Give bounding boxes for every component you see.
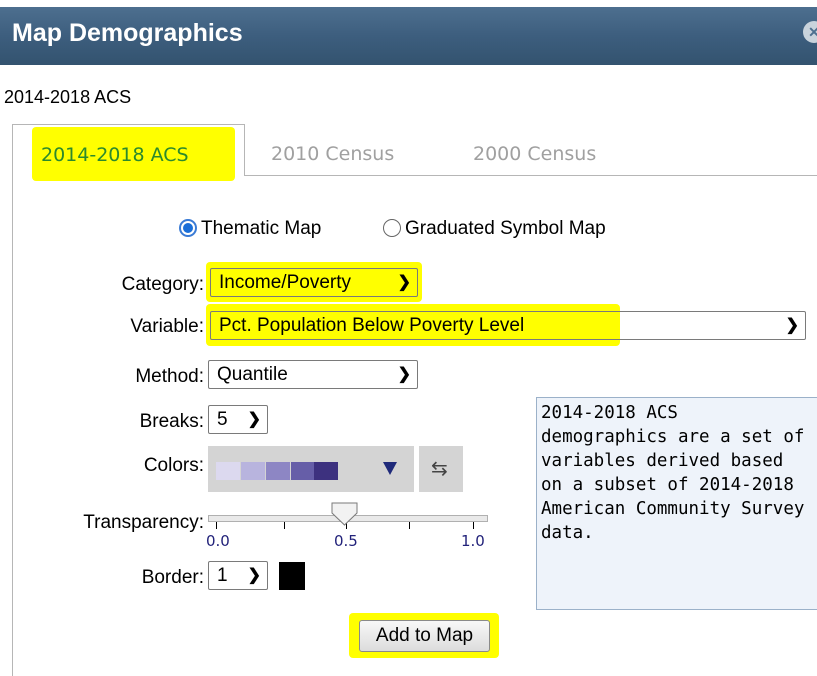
info-description: 2014-2018 ACS demographics are a set of …	[536, 397, 817, 610]
border-width-select[interactable]: 1 ❯	[208, 561, 268, 590]
method-value: Quantile	[217, 364, 288, 385]
graduated-symbol-map-radio[interactable]	[383, 219, 401, 237]
breaks-select[interactable]: 5 ❯	[208, 405, 268, 434]
slider-min-label: 0.0	[206, 532, 230, 550]
dropdown-triangle-icon	[383, 462, 397, 475]
slider-tick	[216, 522, 217, 529]
thematic-map-radio[interactable]	[179, 219, 197, 237]
window-title: Map Demographics	[12, 19, 243, 47]
thematic-map-label: Thematic Map	[201, 218, 322, 239]
category-select[interactable]: Income/Poverty ❯	[210, 268, 418, 297]
color-swatch	[266, 462, 290, 480]
variable-select[interactable]: Pct. Population Below Poverty Level ❯	[210, 311, 806, 340]
slider-tick	[473, 522, 474, 529]
method-label: Method:	[135, 366, 204, 387]
reverse-colors-button[interactable]: ⇆	[419, 446, 463, 492]
slider-tick	[409, 522, 410, 529]
category-label: Category:	[121, 274, 204, 295]
close-icon[interactable]: ✕	[803, 21, 817, 43]
slider-tick	[284, 522, 285, 529]
swap-arrows-icon: ⇆	[431, 458, 448, 480]
variable-value: Pct. Population Below Poverty Level	[219, 315, 525, 336]
chevron-down-icon: ❯	[397, 274, 411, 291]
color-swatch	[314, 462, 338, 480]
chevron-down-icon: ❯	[247, 411, 261, 428]
border-label: Border:	[141, 567, 204, 588]
graduated-symbol-map-label: Graduated Symbol Map	[405, 218, 606, 239]
border-color-swatch[interactable]	[279, 562, 305, 590]
border-width-value: 1	[217, 565, 228, 586]
transparency-label: Transparency:	[83, 512, 204, 533]
tab-label: 2014-2018 ACS	[41, 144, 189, 166]
color-swatch	[241, 462, 265, 480]
slider-max-label: 1.0	[461, 532, 485, 550]
variable-label: Variable:	[130, 316, 204, 337]
breaks-value: 5	[217, 409, 228, 430]
chevron-down-icon: ❯	[785, 317, 799, 334]
color-swatch	[291, 462, 315, 480]
dataset-subtitle: 2014-2018 ACS	[4, 87, 132, 107]
tab-divider	[245, 175, 817, 176]
chevron-down-icon: ❯	[397, 366, 411, 383]
color-ramp-select[interactable]	[208, 446, 414, 492]
colors-label: Colors:	[143, 455, 204, 476]
tab-bar: 2014-2018 ACS 2010 Census 2000 Census	[12, 116, 817, 181]
tab-2014-2018-acs[interactable]: 2014-2018 ACS	[12, 124, 245, 181]
color-swatch	[216, 462, 240, 480]
breaks-label: Breaks:	[139, 411, 204, 432]
slider-mid-label: 0.5	[334, 532, 358, 550]
category-value: Income/Poverty	[219, 272, 351, 293]
method-select[interactable]: Quantile ❯	[208, 360, 418, 389]
tab-2000-census[interactable]: 2000 Census	[473, 143, 596, 165]
tab-2010-census[interactable]: 2010 Census	[271, 143, 394, 165]
window-titlebar: Map Demographics ✕	[0, 7, 817, 65]
chevron-down-icon: ❯	[247, 567, 261, 584]
transparency-slider-thumb[interactable]	[331, 502, 358, 526]
add-to-map-button[interactable]: Add to Map	[359, 620, 490, 652]
